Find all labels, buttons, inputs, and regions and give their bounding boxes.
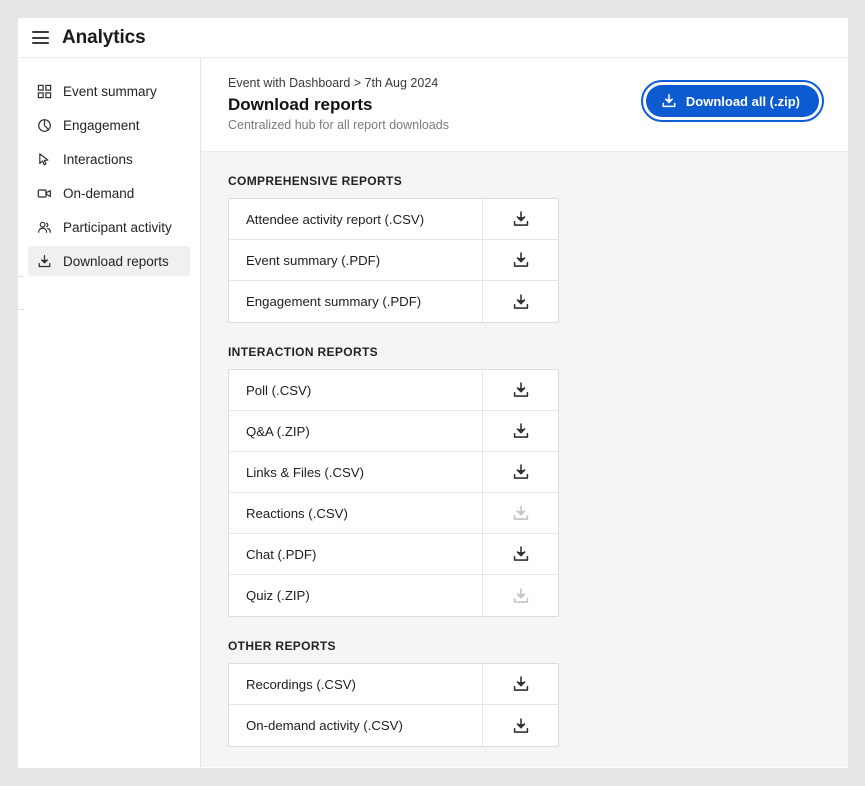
grid-icon xyxy=(36,83,52,99)
report-label: On-demand activity (.CSV) xyxy=(229,705,483,746)
download-icon xyxy=(513,505,528,520)
sidebar-item-label: Engagement xyxy=(63,117,140,133)
content-header: Event with Dashboard > 7th Aug 2024 Down… xyxy=(201,58,848,152)
download-all-button[interactable]: Download all (.zip) xyxy=(645,85,819,117)
app-window: Analytics Event summary Engagement Inter… xyxy=(18,18,848,768)
report-label: Links & Files (.CSV) xyxy=(229,452,483,492)
sidebar-edge-handle xyxy=(18,276,24,310)
main-content: Event with Dashboard > 7th Aug 2024 Down… xyxy=(201,58,848,767)
download-icon xyxy=(36,253,52,269)
sidebar-item-engagement[interactable]: Engagement xyxy=(28,110,190,140)
table-row: Links & Files (.CSV) xyxy=(229,452,558,493)
cursor-arrow-icon xyxy=(36,151,52,167)
table-row: Reactions (.CSV) xyxy=(229,493,558,534)
section-heading: COMPREHENSIVE REPORTS xyxy=(228,174,403,188)
download-row-button[interactable] xyxy=(483,534,558,574)
report-label: Q&A (.ZIP) xyxy=(229,411,483,451)
sidebar-item-participant-activity[interactable]: Participant activity xyxy=(28,212,190,242)
report-label: Recordings (.CSV) xyxy=(229,664,483,704)
section-heading: INTERACTION REPORTS xyxy=(228,345,378,359)
report-table: Recordings (.CSV) On-demand activity (.C… xyxy=(228,663,559,747)
header-text-block: Event with Dashboard > 7th Aug 2024 Down… xyxy=(228,76,449,132)
download-row-button[interactable] xyxy=(483,240,558,280)
download-row-button[interactable] xyxy=(483,452,558,492)
download-row-button-disabled xyxy=(483,575,558,616)
app-title: Analytics xyxy=(62,26,146,48)
page-subtitle: Centralized hub for all report downloads xyxy=(228,118,449,132)
table-row: Event summary (.PDF) xyxy=(229,240,558,281)
table-row: Poll (.CSV) xyxy=(229,370,558,411)
sidebar-item-on-demand[interactable]: On-demand xyxy=(28,178,190,208)
download-all-label: Download all (.zip) xyxy=(685,93,800,109)
download-row-button[interactable] xyxy=(483,705,558,746)
table-row: Engagement summary (.PDF) xyxy=(229,281,558,322)
download-all-focus-ring: Download all (.zip) xyxy=(640,80,824,122)
download-icon xyxy=(513,546,528,561)
download-row-button[interactable] xyxy=(483,281,558,322)
sidebar-item-label: Participant activity xyxy=(63,219,172,235)
report-table: Attendee activity report (.CSV) Event su… xyxy=(228,198,559,323)
download-icon xyxy=(662,94,676,108)
report-label: Reactions (.CSV) xyxy=(229,493,483,533)
download-row-button-disabled xyxy=(483,493,558,533)
download-row-button[interactable] xyxy=(483,370,558,410)
section-interaction-reports: INTERACTION REPORTS Poll (.CSV) Q&A (.ZI… xyxy=(228,345,821,617)
table-row: Quiz (.ZIP) xyxy=(229,575,558,616)
download-icon xyxy=(513,293,528,309)
reports-area: COMPREHENSIVE REPORTS Attendee activity … xyxy=(201,152,848,767)
table-row: On-demand activity (.CSV) xyxy=(229,705,558,746)
app-body: Event summary Engagement Interactions On… xyxy=(18,58,848,767)
report-label: Engagement summary (.PDF) xyxy=(229,281,483,322)
people-icon xyxy=(36,219,52,235)
report-label: Attendee activity report (.CSV) xyxy=(229,199,483,239)
breadcrumb[interactable]: Event with Dashboard > 7th Aug 2024 xyxy=(228,76,449,90)
download-icon xyxy=(513,211,528,226)
pie-chart-icon xyxy=(36,117,52,133)
download-icon xyxy=(513,464,528,479)
top-bar: Analytics xyxy=(18,18,848,58)
video-camera-icon xyxy=(36,185,52,201)
table-row: Q&A (.ZIP) xyxy=(229,411,558,452)
section-heading: OTHER REPORTS xyxy=(228,639,336,653)
sidebar: Event summary Engagement Interactions On… xyxy=(18,58,201,767)
hamburger-icon[interactable] xyxy=(32,31,49,44)
download-icon xyxy=(513,587,528,603)
table-row: Attendee activity report (.CSV) xyxy=(229,199,558,240)
report-table: Poll (.CSV) Q&A (.ZIP) Links & Files (.C… xyxy=(228,369,559,617)
sidebar-item-event-summary[interactable]: Event summary xyxy=(28,76,190,106)
report-label: Chat (.PDF) xyxy=(229,534,483,574)
report-label: Poll (.CSV) xyxy=(229,370,483,410)
page-title: Download reports xyxy=(228,95,373,114)
download-icon xyxy=(513,423,528,438)
download-icon xyxy=(513,252,528,267)
table-row: Recordings (.CSV) xyxy=(229,664,558,705)
sidebar-item-label: Event summary xyxy=(63,83,157,99)
report-label: Event summary (.PDF) xyxy=(229,240,483,280)
sidebar-item-download-reports[interactable]: Download reports xyxy=(28,246,190,276)
report-label: Quiz (.ZIP) xyxy=(229,575,483,616)
download-icon xyxy=(513,676,528,691)
table-row: Chat (.PDF) xyxy=(229,534,558,575)
sidebar-item-label: On-demand xyxy=(63,185,135,201)
download-row-button[interactable] xyxy=(483,411,558,451)
download-row-button[interactable] xyxy=(483,199,558,239)
sidebar-item-label: Interactions xyxy=(63,151,133,167)
section-other-reports: OTHER REPORTS Recordings (.CSV) On-deman… xyxy=(228,639,821,747)
sidebar-item-label: Download reports xyxy=(63,253,169,269)
download-row-button[interactable] xyxy=(483,664,558,704)
section-comprehensive-reports: COMPREHENSIVE REPORTS Attendee activity … xyxy=(228,174,821,323)
download-icon xyxy=(513,717,528,733)
sidebar-item-interactions[interactable]: Interactions xyxy=(28,144,190,174)
download-icon xyxy=(513,382,528,397)
